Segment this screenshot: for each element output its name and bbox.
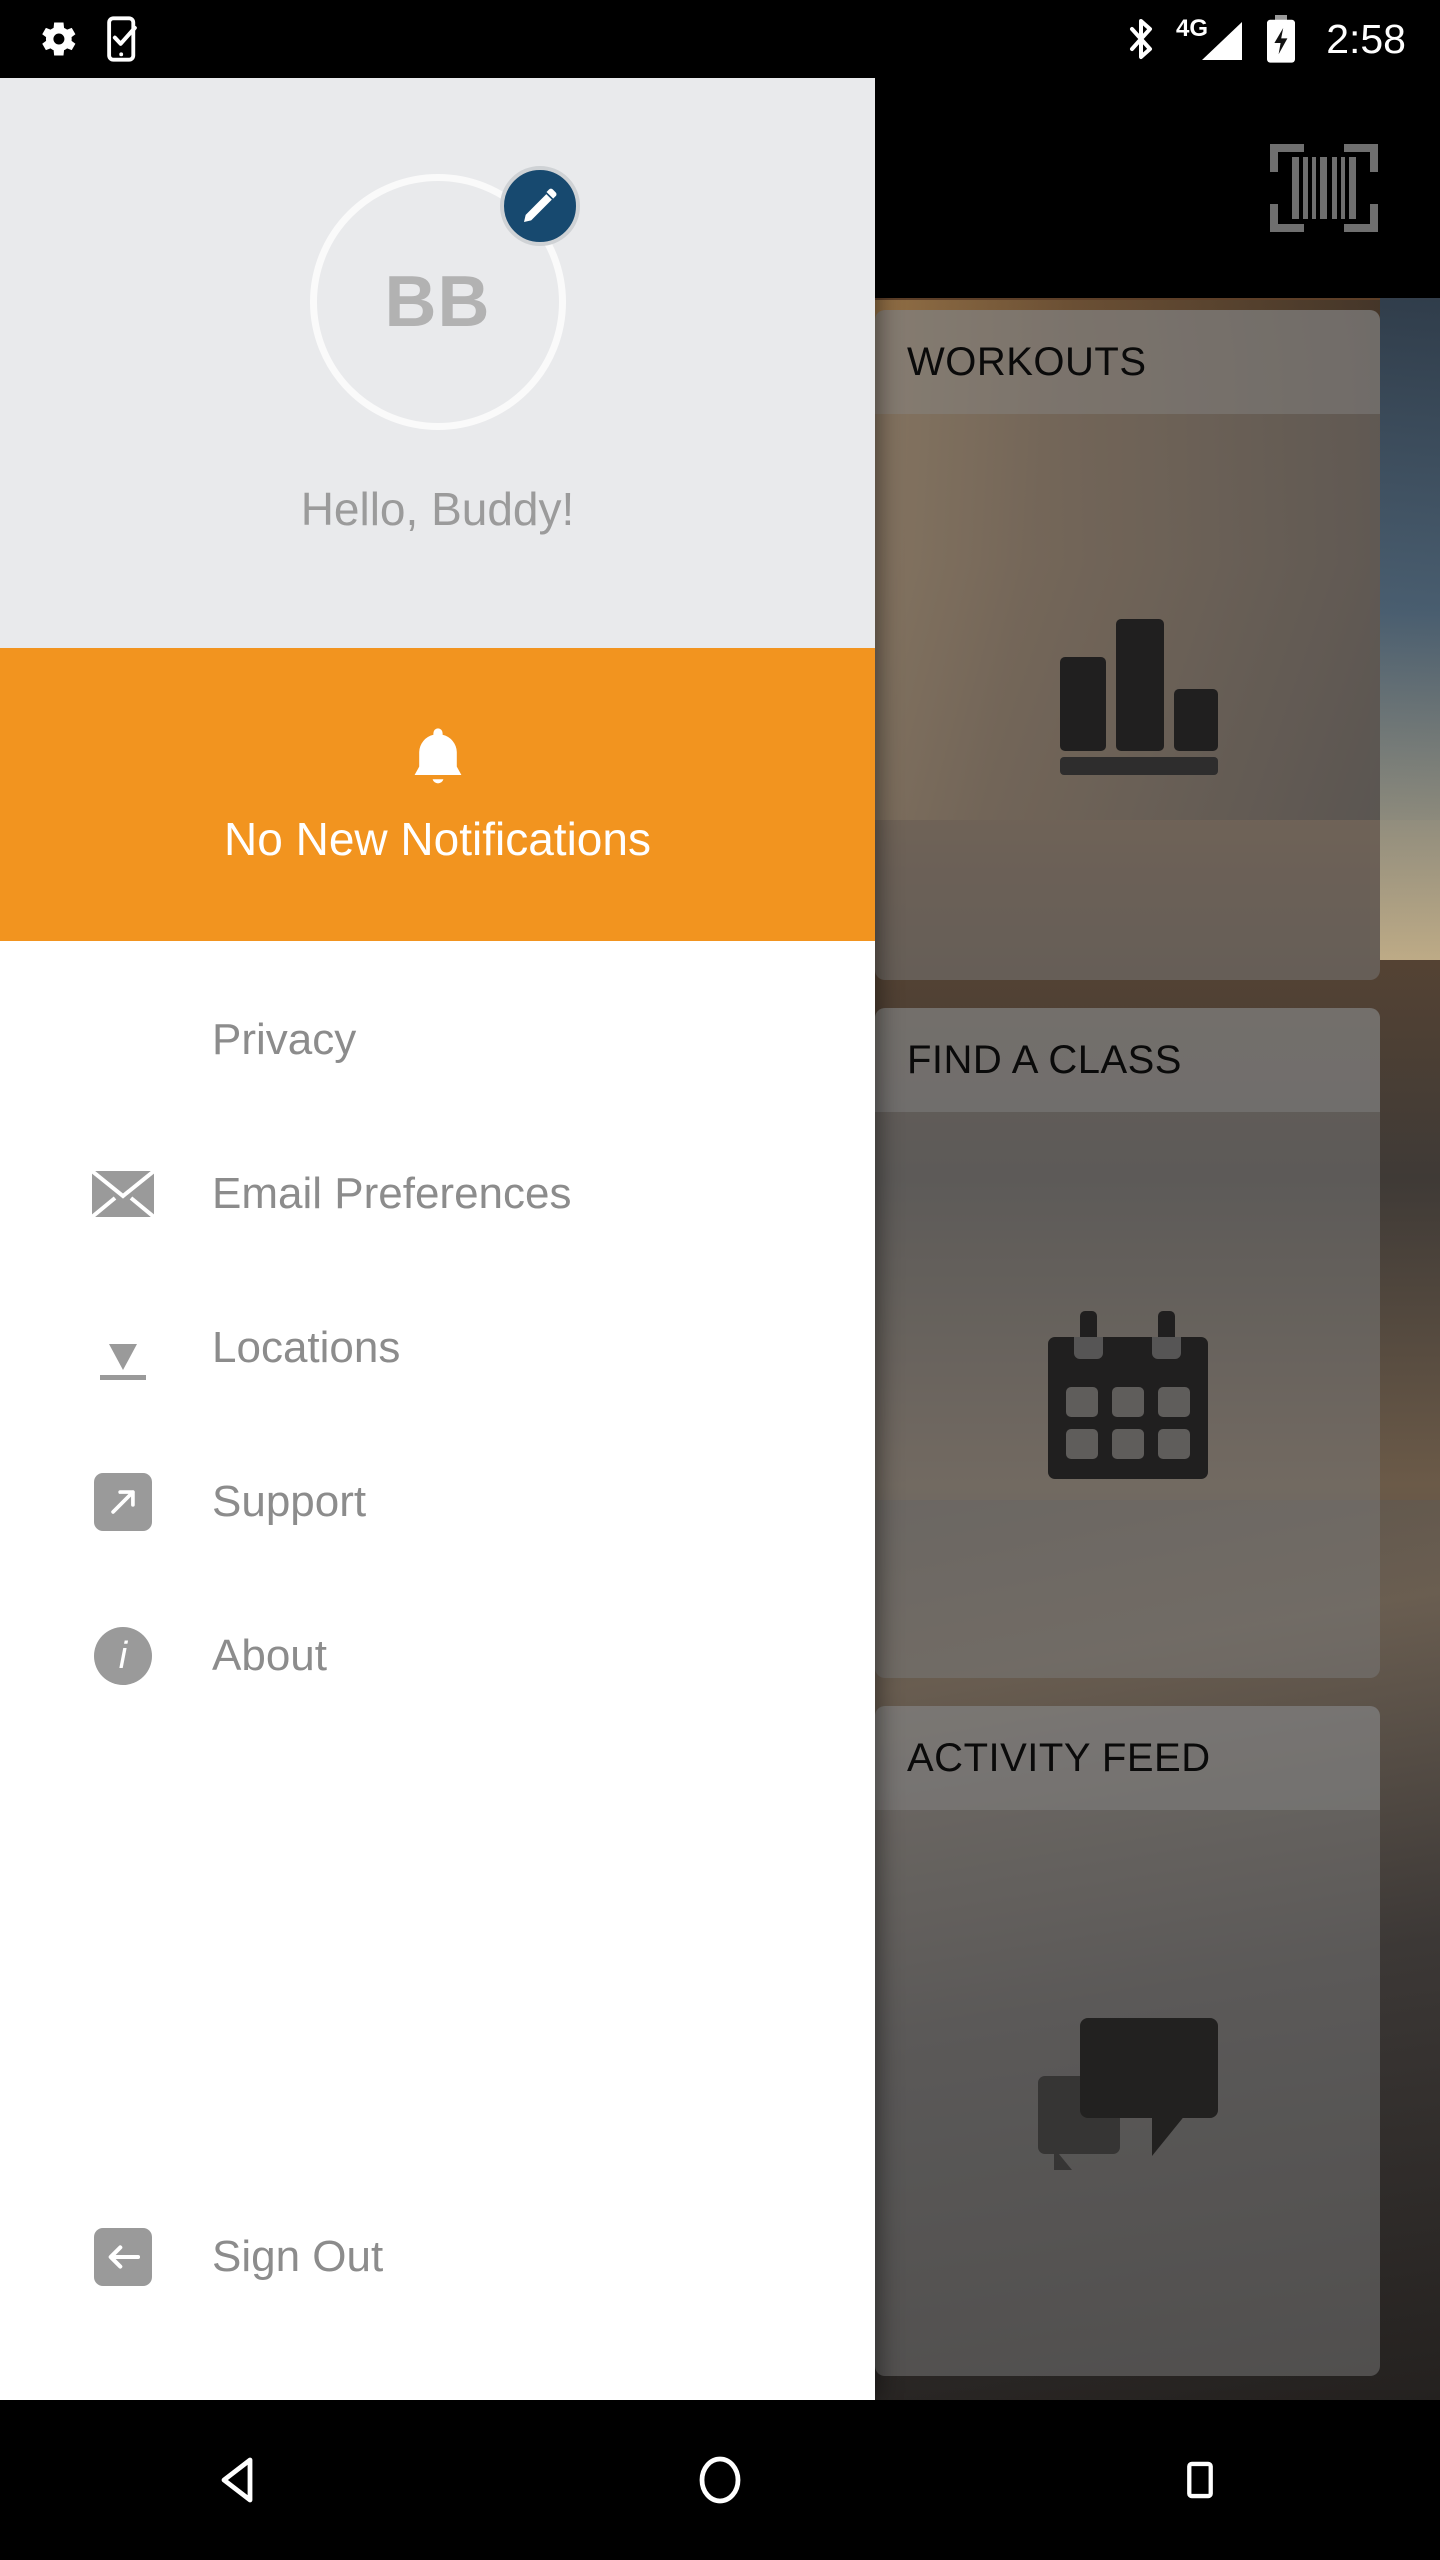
background-photo-edge	[1380, 260, 1440, 960]
avatar[interactable]: BB	[309, 166, 580, 430]
notifications-banner[interactable]: No New Notifications	[0, 648, 875, 941]
menu-item-about[interactable]: i About	[0, 1579, 875, 1733]
status-bar-right-icons: 4G 2:58	[1124, 13, 1406, 65]
calendar-icon	[1047, 1311, 1208, 1479]
card-workouts[interactable]: WORKOUTS	[875, 310, 1380, 980]
svg-text:4G: 4G	[1176, 15, 1208, 42]
card-workouts-header: WORKOUTS	[875, 310, 1380, 414]
card-activity-feed-body	[875, 1810, 1380, 2376]
greeting-text: Hello, Buddy!	[300, 483, 575, 535]
menu-item-locations-label: Locations	[212, 1323, 401, 1372]
menu-item-support-label: Support	[212, 1477, 367, 1526]
status-bar-left-icons	[36, 16, 146, 62]
card-workouts-body	[875, 414, 1380, 980]
envelope-icon	[92, 1163, 154, 1225]
card-find-a-class-header: FIND A CLASS	[875, 1008, 1380, 1112]
pencil-edit-icon	[523, 188, 556, 222]
menu-item-email-preferences-label: Email Preferences	[212, 1169, 572, 1218]
back-triangle-icon[interactable]	[180, 2420, 300, 2540]
card-find-a-class-body	[875, 1112, 1380, 1678]
drawer-menu-list: Privacy Email Preferences Locations Supp…	[0, 941, 875, 2400]
menu-item-sign-out[interactable]: Sign Out	[0, 2180, 875, 2334]
barcode-scan-icon[interactable]	[1270, 144, 1378, 232]
info-circle-icon: i	[92, 1625, 154, 1687]
menu-item-privacy-label: Privacy	[212, 1015, 357, 1064]
recents-square-icon[interactable]	[1140, 2420, 1260, 2540]
bell-icon	[414, 727, 461, 783]
bluetooth-icon	[1130, 19, 1153, 59]
home-circle-icon[interactable]	[660, 2420, 780, 2540]
signal-4g-icon: 4G	[1176, 15, 1243, 60]
status-bar: 4G 2:58	[0, 0, 1440, 78]
map-pin-icon	[92, 1317, 154, 1380]
android-navigation-bar	[0, 2400, 1440, 2560]
menu-item-about-label: About	[212, 1631, 327, 1680]
avatar-initials: BB	[384, 262, 491, 342]
card-activity-feed-header: ACTIVITY FEED	[875, 1706, 1380, 1810]
menu-item-email-preferences[interactable]: Email Preferences	[0, 1117, 875, 1271]
menu-item-privacy[interactable]: Privacy	[0, 963, 875, 1117]
chat-bubbles-icon	[1037, 2018, 1218, 2170]
navigation-drawer: BB Hello, Buddy! No New Notifications Pr…	[0, 78, 875, 2400]
status-bar-clock: 2:58	[1326, 15, 1406, 62]
bar-chart-icon	[1038, 617, 1218, 777]
menu-item-locations[interactable]: Locations	[0, 1271, 875, 1425]
card-find-a-class-title: FIND A CLASS	[907, 1037, 1182, 1082]
external-link-icon	[92, 1471, 154, 1533]
card-workouts-title: WORKOUTS	[907, 339, 1147, 384]
edit-profile-button[interactable]	[499, 166, 580, 246]
shield-privacy-icon	[92, 1009, 154, 1071]
phone-check-icon	[107, 16, 137, 62]
card-activity-feed-title: ACTIVITY FEED	[907, 1735, 1211, 1780]
card-find-a-class[interactable]: FIND A CLASS	[875, 1008, 1380, 1678]
card-activity-feed[interactable]: ACTIVITY FEED	[875, 1706, 1380, 2376]
battery-charging-icon	[1267, 15, 1296, 63]
settings-gear-icon	[42, 22, 76, 56]
drawer-profile-header: BB Hello, Buddy!	[0, 78, 875, 648]
menu-item-sign-out-label: Sign Out	[212, 2232, 384, 2281]
notifications-label: No New Notifications	[224, 812, 651, 865]
menu-item-support[interactable]: Support	[0, 1425, 875, 1579]
sign-out-arrow-icon	[92, 2226, 154, 2288]
